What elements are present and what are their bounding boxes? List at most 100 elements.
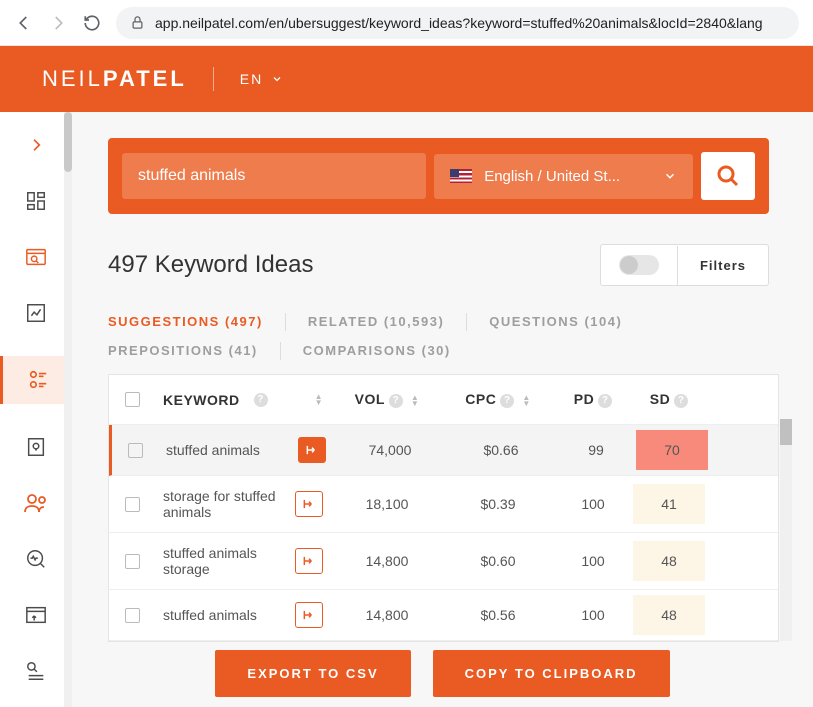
row-checkbox[interactable] [109,542,155,581]
chevron-right-icon [28,137,44,153]
dashboard-icon [25,190,47,212]
main-content: English / United St... 497 Keyword Ideas… [72,112,813,707]
info-icon: ? [598,394,612,408]
sort-icon: ▲▼ [411,395,419,407]
col-vol[interactable]: VOL?▲▼ [331,379,443,419]
header-divider [213,67,214,91]
col-cpc[interactable]: CPC?▲▼ [443,379,553,419]
locale-label: English / United St... [484,168,620,185]
info-icon: ? [674,394,688,408]
keyword-input[interactable] [122,153,426,199]
tab-0[interactable]: SUGGESTIONS (497) [108,310,263,333]
browser-search-icon [25,246,47,268]
language-selector[interactable]: EN [240,71,283,87]
page-title: 497 Keyword Ideas [108,251,313,279]
row-checkbox[interactable] [109,596,155,635]
expand-keyword-button[interactable] [295,548,323,574]
sidebar-item-audit[interactable] [23,546,49,572]
table-row: storage for stuffed animals18,100$0.3910… [109,476,778,533]
col-keyword[interactable]: KEYWORD?▲▼ [155,380,331,420]
tab-3[interactable]: PREPOSITIONS (41) [108,339,258,362]
sidebar-item-content[interactable] [23,434,49,460]
cell-vol: 18,100 [331,484,443,524]
app-header: NEILPATEL EN [0,46,813,112]
cell-keyword: storage for stuffed animals [155,476,331,532]
sidebar [0,112,72,707]
table-row: stuffed animals74,000$0.669970 [109,425,778,476]
table-header-row: KEYWORD?▲▼ VOL?▲▼ CPC?▲▼ PD? SD? [109,375,778,425]
sidebar-item-labs[interactable] [23,658,49,684]
cell-vol: 14,800 [331,595,443,635]
expand-keyword-button[interactable] [295,602,323,628]
filters-box: Filters [600,244,769,286]
sidebar-item-keywords[interactable] [0,356,72,404]
browser-up-icon [25,604,47,626]
cell-keyword: stuffed animals [158,425,334,475]
expand-keyword-button[interactable] [295,491,323,517]
cell-pd: 99 [556,430,636,470]
locale-select[interactable]: English / United St... [434,154,693,199]
cell-vol: 14,800 [331,541,443,581]
people-icon [24,491,48,515]
filters-toggle[interactable] [601,245,677,285]
sidebar-item-audience[interactable] [23,490,49,516]
cell-keyword: stuffed animals storage [155,533,331,589]
keywords-table: KEYWORD?▲▼ VOL?▲▼ CPC?▲▼ PD? SD? stuffed… [108,374,779,642]
forward-button[interactable] [48,13,68,33]
chevron-down-icon [663,169,677,183]
url-text: app.neilpatel.com/en/ubersuggest/keyword… [155,15,763,31]
export-csv-button[interactable]: EXPORT TO CSV [215,650,410,697]
us-flag-icon [450,169,472,183]
search-panel: English / United St... [108,138,769,214]
col-pd[interactable]: PD? [553,379,633,419]
pulse-search-icon [25,548,47,570]
select-all-checkbox[interactable] [109,380,155,419]
reload-button[interactable] [82,13,102,33]
table-row: stuffed animals14,800$0.5610048 [109,590,778,641]
tabs: SUGGESTIONS (497) RELATED (10,593) QUESTIO… [108,310,799,362]
cell-sd: 70 [636,430,708,470]
sidebar-item-dashboard[interactable] [23,188,49,214]
sidebar-item-overview[interactable] [23,244,49,270]
cell-sd: 41 [633,484,705,524]
cell-cpc: $0.39 [443,484,553,524]
action-buttons: EXPORT TO CSV COPY TO CLIPBOARD [72,650,813,697]
tab-1[interactable]: RELATED (10,593) [308,310,444,333]
address-bar[interactable]: app.neilpatel.com/en/ubersuggest/keyword… [116,7,799,39]
col-sd[interactable]: SD? [633,379,705,419]
sidebar-scrollbar[interactable] [64,112,72,707]
filters-button[interactable]: Filters [677,246,768,285]
search-list-icon [25,660,47,682]
table-scrollbar[interactable] [780,419,792,641]
bulb-list-icon [27,369,49,391]
back-button[interactable] [14,13,34,33]
expand-keyword-button[interactable] [298,437,326,463]
cell-sd: 48 [633,541,705,581]
chart-icon [25,302,47,324]
sidebar-item-backlinks[interactable] [23,602,49,628]
sort-icon: ▲▼ [315,394,323,406]
logo[interactable]: NEILPATEL [42,66,187,92]
row-checkbox[interactable] [109,485,155,524]
cell-pd: 100 [553,541,633,581]
info-icon: ? [500,394,514,408]
chevron-down-icon [271,73,283,85]
info-icon: ? [389,394,403,408]
cell-pd: 100 [553,484,633,524]
sidebar-item-traffic[interactable] [23,300,49,326]
copy-clipboard-button[interactable]: COPY TO CLIPBOARD [433,650,670,697]
tab-2[interactable]: QUESTIONS (104) [489,310,622,333]
cell-vol: 74,000 [334,430,446,470]
row-checkbox[interactable] [112,431,158,470]
cell-keyword: stuffed animals [155,590,331,640]
sort-icon: ▲▼ [522,395,530,407]
browser-toolbar: app.neilpatel.com/en/ubersuggest/keyword… [0,0,813,46]
info-icon: ? [254,393,268,407]
search-icon [716,164,740,188]
sidebar-collapse-toggle[interactable] [23,132,49,158]
table-row: stuffed animals storage14,800$0.6010048 [109,533,778,590]
bulb-box-icon [25,436,47,458]
cell-pd: 100 [553,595,633,635]
search-button[interactable] [701,152,755,200]
tab-4[interactable]: COMPARISONS (30) [303,339,451,362]
